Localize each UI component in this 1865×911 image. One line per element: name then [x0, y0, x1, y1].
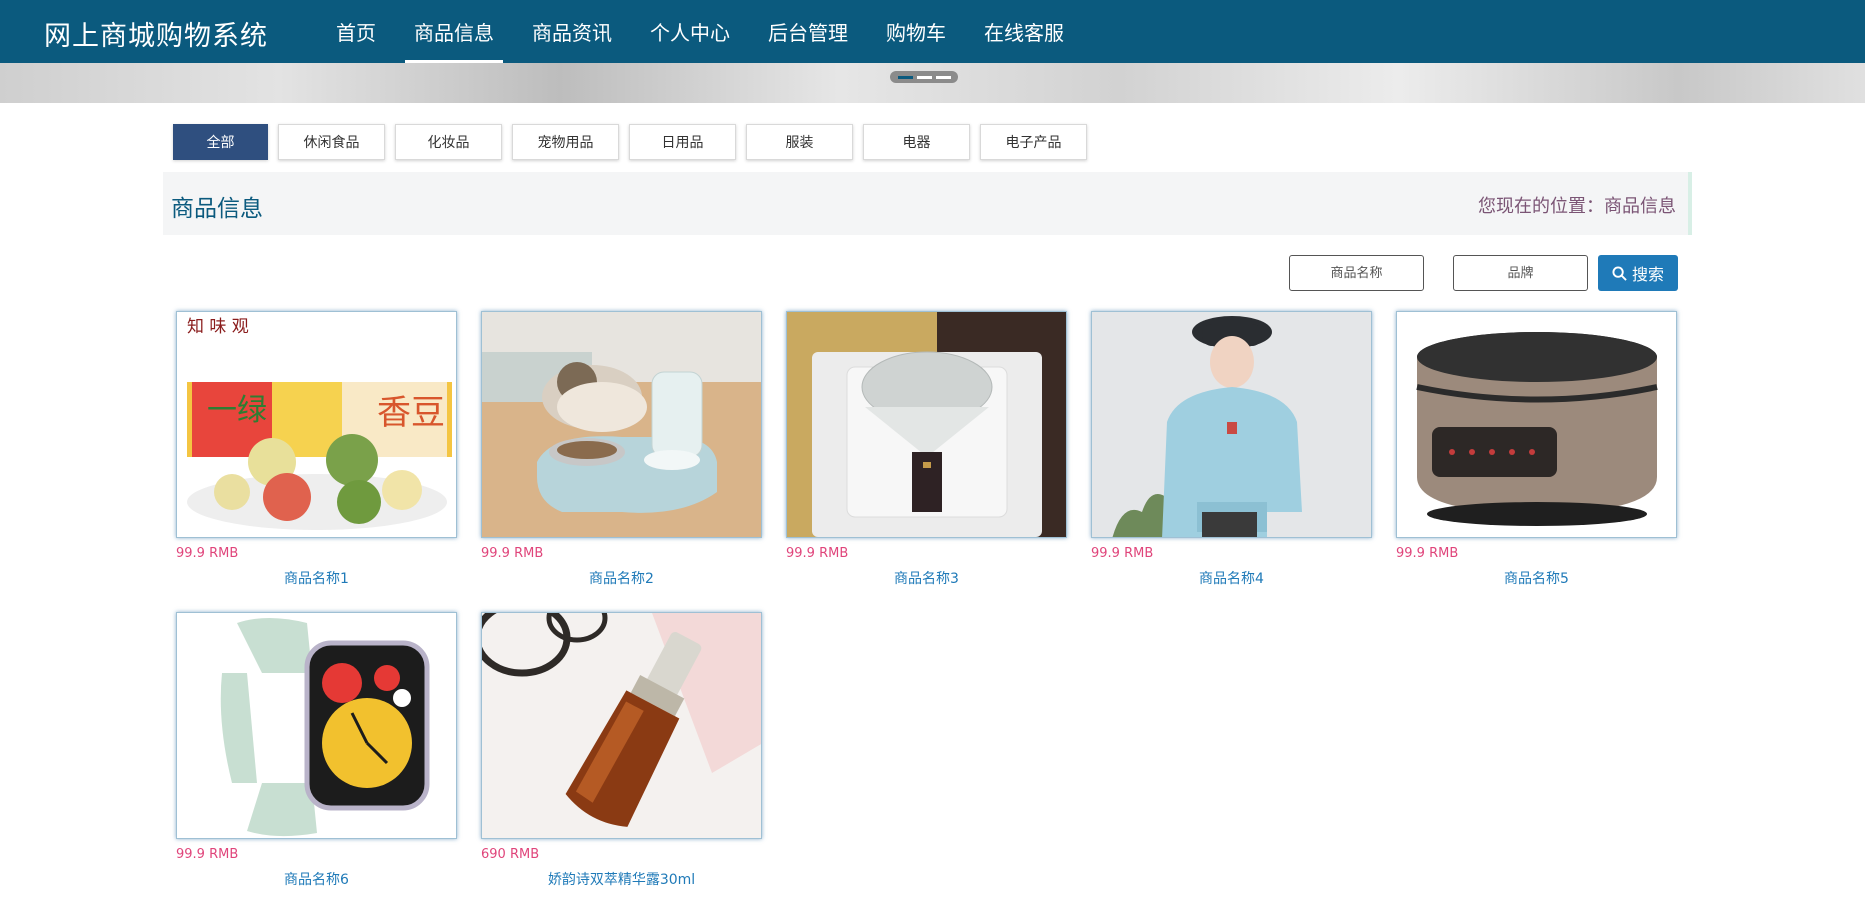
category-appliances[interactable]: 电器	[863, 124, 970, 160]
category-daily-goods[interactable]: 日用品	[629, 124, 736, 160]
product-name[interactable]: 商品名称6	[176, 869, 457, 889]
category-snacks[interactable]: 休闲食品	[278, 124, 385, 160]
product-name[interactable]: 商品名称3	[786, 568, 1067, 588]
search-button-label: 搜索	[1631, 265, 1664, 284]
svg-text:一绿: 一绿	[207, 393, 267, 428]
brand-search-input[interactable]	[1453, 255, 1588, 291]
banner-carousel	[0, 63, 1865, 103]
product-image-mooncakes[interactable]: 知 味 观 一绿 香豆	[176, 311, 457, 538]
breadcrumb: 您现在的位置：商品信息	[1478, 192, 1676, 218]
nav-personal-center[interactable]: 个人中心	[631, 0, 749, 63]
product-image-scale[interactable]	[786, 311, 1067, 538]
site-brand[interactable]: 网上商城购物系统	[44, 14, 268, 53]
product-name[interactable]: 商品名称1	[176, 568, 457, 588]
search-icon	[1612, 265, 1627, 281]
category-electronics[interactable]: 电子产品	[980, 124, 1087, 160]
product-name[interactable]: 商品名称5	[1396, 568, 1677, 588]
svg-text:香豆: 香豆	[377, 393, 445, 433]
carousel-dot-1[interactable]	[897, 75, 913, 79]
product-price: 99.9 RMB	[786, 546, 849, 561]
product-card[interactable]: 99.9 RMB 商品名称6	[176, 612, 457, 889]
category-pet-supplies[interactable]: 宠物用品	[512, 124, 619, 160]
top-nav-bar: 网上商城购物系统 首页 商品信息 商品资讯 个人中心 后台管理 购物车 在线客服	[0, 0, 1865, 63]
product-card[interactable]: 99.9 RMB 商品名称3	[786, 311, 1067, 588]
product-card[interactable]: 99.9 RMB 商品名称5	[1396, 311, 1677, 588]
product-card[interactable]: 99.9 RMB 商品名称2	[481, 311, 762, 588]
carousel-indicators	[890, 71, 958, 83]
carousel-dot-2[interactable]	[916, 75, 932, 79]
product-price: 690 RMB	[481, 847, 540, 862]
category-cosmetics[interactable]: 化妆品	[395, 124, 502, 160]
category-all[interactable]: 全部	[173, 124, 268, 160]
nav-online-service[interactable]: 在线客服	[965, 0, 1083, 63]
product-card[interactable]: 知 味 观 一绿 香豆 99.9 RMB 商品名称1	[176, 311, 457, 588]
svg-text:知 味 观: 知 味 观	[187, 317, 249, 337]
product-image-hoodie[interactable]	[1091, 311, 1372, 538]
breadcrumb-prefix: 您现在的位置：	[1478, 196, 1604, 217]
product-price: 99.9 RMB	[176, 847, 239, 862]
main-nav: 首页 商品信息 商品资讯 个人中心 后台管理 购物车 在线客服	[317, 0, 1083, 63]
nav-home[interactable]: 首页	[317, 0, 395, 63]
search-button[interactable]: 搜索	[1598, 255, 1678, 291]
product-price: 99.9 RMB	[176, 546, 239, 561]
product-name[interactable]: 商品名称2	[481, 568, 762, 588]
product-price: 99.9 RMB	[481, 546, 544, 561]
category-clothing[interactable]: 服装	[746, 124, 853, 160]
product-image-cat-feeder[interactable]	[481, 311, 762, 538]
product-image-serum[interactable]	[481, 612, 762, 839]
breadcrumb-current[interactable]: 商品信息	[1604, 196, 1676, 217]
nav-news[interactable]: 商品资讯	[513, 0, 631, 63]
product-card[interactable]: 690 RMB 娇韵诗双萃精华露30ml	[481, 612, 762, 889]
product-price: 99.9 RMB	[1091, 546, 1154, 561]
nav-admin[interactable]: 后台管理	[749, 0, 867, 63]
product-image-rice-cooker[interactable]	[1396, 311, 1677, 538]
product-image-smartwatch[interactable]	[176, 612, 457, 839]
carousel-dot-3[interactable]	[935, 75, 951, 79]
product-name-search-input[interactable]	[1289, 255, 1424, 291]
product-price: 99.9 RMB	[1396, 546, 1459, 561]
category-tabs: 全部 休闲食品 化妆品 宠物用品 日用品 服装 电器 电子产品	[173, 124, 1087, 160]
nav-cart[interactable]: 购物车	[867, 0, 965, 63]
product-name[interactable]: 商品名称4	[1091, 568, 1372, 588]
section-header: 商品信息 您现在的位置：商品信息	[163, 172, 1692, 235]
product-card[interactable]: 99.9 RMB 商品名称4	[1091, 311, 1372, 588]
nav-products[interactable]: 商品信息	[395, 0, 513, 63]
product-name[interactable]: 娇韵诗双萃精华露30ml	[481, 869, 762, 889]
page-title: 商品信息	[171, 196, 263, 222]
